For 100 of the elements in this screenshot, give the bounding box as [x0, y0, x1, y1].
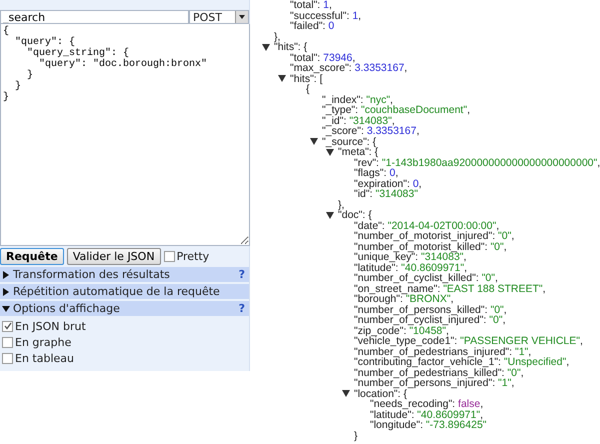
- json-punctuation: ,: [566, 356, 570, 368]
- help-link[interactable]: ?: [238, 302, 245, 315]
- section-header[interactable]: Répétition automatique de la requête: [0, 284, 249, 299]
- json-punctuation: ,: [450, 293, 454, 305]
- json-value: "nyc": [366, 94, 390, 106]
- json-key: "doc":: [338, 209, 368, 221]
- json-value: "couchbaseDocument": [360, 104, 468, 116]
- json-punctuation: ,: [480, 398, 484, 410]
- json-punctuation: ,: [464, 251, 466, 263]
- json-key: "longitude":: [370, 419, 426, 431]
- json-punctuation: ,: [597, 156, 600, 168]
- json-key: "_type":: [322, 104, 361, 116]
- checkbox-label: Pretty: [176, 250, 210, 263]
- json-value: "0": [507, 366, 521, 378]
- checkbox[interactable]: [2, 336, 13, 348]
- json-value: 0: [389, 167, 396, 179]
- json-punctuation: ,: [404, 62, 408, 74]
- section-title: Transformation des résultats: [13, 268, 170, 281]
- json-key: "contributing_factor_vehicle_1":: [354, 356, 504, 368]
- json-key: "number_of_cyclist_injured":: [354, 314, 490, 326]
- toggle-arrow-icon[interactable]: [310, 138, 318, 146]
- json-punctuation: ,: [502, 314, 506, 326]
- json-key: "number_of_motorist_injured":: [354, 230, 498, 242]
- json-value: 1: [352, 10, 358, 22]
- json-key: "meta":: [338, 146, 375, 158]
- json-key: "id":: [354, 188, 376, 200]
- json-punctuation: ,: [504, 240, 507, 252]
- json-punctuation: ,: [511, 230, 514, 242]
- json-bracket: {: [372, 136, 376, 148]
- json-punctuation: ,: [358, 10, 362, 22]
- json-key: "number_of_persons_killed":: [354, 304, 490, 316]
- json-punctuation: ,: [520, 366, 524, 378]
- json-value: "2014-04-02T00:00:00": [388, 220, 496, 232]
- json-value: "BRONX": [406, 293, 451, 305]
- checkbox[interactable]: [2, 320, 13, 332]
- toggle-arrow-icon[interactable]: [326, 148, 334, 156]
- action-button[interactable]: Requête: [0, 248, 64, 265]
- json-value: "Unspecified": [504, 356, 566, 368]
- json-key: "number_of_persons_injured":: [354, 377, 498, 389]
- json-key: "failed":: [290, 20, 328, 32]
- json-key: "successful":: [290, 10, 352, 22]
- json-bracket: [: [320, 72, 323, 84]
- dropdown-arrow-icon: [239, 15, 245, 19]
- json-key: "on_street_name":: [354, 282, 444, 294]
- json-key: "hits":: [274, 41, 304, 53]
- checkbox[interactable]: [2, 352, 13, 364]
- json-punctuation: ,: [446, 324, 449, 336]
- json-bracket: {: [374, 146, 378, 158]
- json-bracket: },: [274, 30, 280, 42]
- section-header[interactable]: Transformation des résultats ?: [0, 267, 249, 282]
- checkbox-label: En graphe: [15, 336, 72, 348]
- toggle-arrow-icon[interactable]: [326, 212, 334, 219]
- json-key: "unique_key":: [354, 251, 422, 263]
- method-select[interactable]: POST: [189, 10, 249, 24]
- json-bracket: {: [306, 83, 310, 95]
- json-value: "0": [498, 230, 512, 242]
- help-link[interactable]: ?: [238, 268, 245, 281]
- json-key: "vehicle_type_code1":: [354, 335, 460, 347]
- json-value: 3.3353167: [366, 125, 416, 137]
- action-button[interactable]: Valider le JSON: [66, 248, 161, 265]
- json-key: "location":: [354, 388, 404, 400]
- json-key: "number_of_cyclist_killed":: [354, 272, 482, 284]
- json-key: "rev":: [354, 156, 382, 168]
- json-punctuation: ,: [418, 178, 422, 190]
- json-punctuation: ,: [392, 114, 395, 126]
- json-value: "0": [490, 240, 504, 252]
- request-body-field[interactable]: { "query": { "query_string": { "query": "doc.borough:bronx" } } }: [0, 24, 250, 246]
- json-key: "number_of_pedestrians_injured":: [354, 346, 515, 358]
- json-punctuation: ,: [328, 0, 332, 11]
- json-key: "expiration":: [354, 178, 413, 190]
- json-key: "needs_recoding":: [370, 398, 458, 410]
- json-punctuation: ,: [467, 104, 470, 116]
- json-value: 3.3353167: [354, 62, 404, 74]
- checkbox[interactable]: [164, 251, 175, 262]
- json-punctuation: ,: [416, 125, 420, 137]
- toggle-arrow-icon[interactable]: [342, 390, 350, 398]
- json-value: 73946: [323, 52, 352, 64]
- json-value: false: [458, 398, 480, 410]
- json-key: "total":: [290, 0, 324, 11]
- section-header[interactable]: Options d'affichage ?: [0, 301, 249, 316]
- json-punctuation: ,: [352, 52, 356, 64]
- json-punctuation: ,: [528, 346, 532, 358]
- json-value: "1": [498, 377, 512, 389]
- json-key: "number_of_motorist_killed":: [354, 240, 490, 252]
- json-bracket: {: [368, 209, 372, 221]
- toggle-arrow-icon[interactable]: [262, 44, 270, 51]
- json-punctuation: ,: [395, 167, 398, 179]
- json-punctuation: ,: [480, 408, 484, 420]
- json-value: "0": [482, 272, 495, 284]
- json-punctuation: ,: [504, 304, 507, 316]
- json-key: "_index":: [322, 94, 366, 106]
- json-bracket: },: [338, 198, 344, 210]
- json-key: "latitude":: [370, 408, 418, 420]
- json-key: "_source":: [322, 136, 373, 148]
- path-field[interactable]: _search: [0, 10, 189, 24]
- json-punctuation: ,: [580, 335, 583, 347]
- json-value: "40.8609971": [417, 408, 480, 420]
- json-key: "zip_code":: [354, 324, 410, 336]
- toggle-arrow-icon[interactable]: [278, 75, 286, 82]
- json-value: "1-143b1980aa920000000000000000000000": [382, 156, 598, 168]
